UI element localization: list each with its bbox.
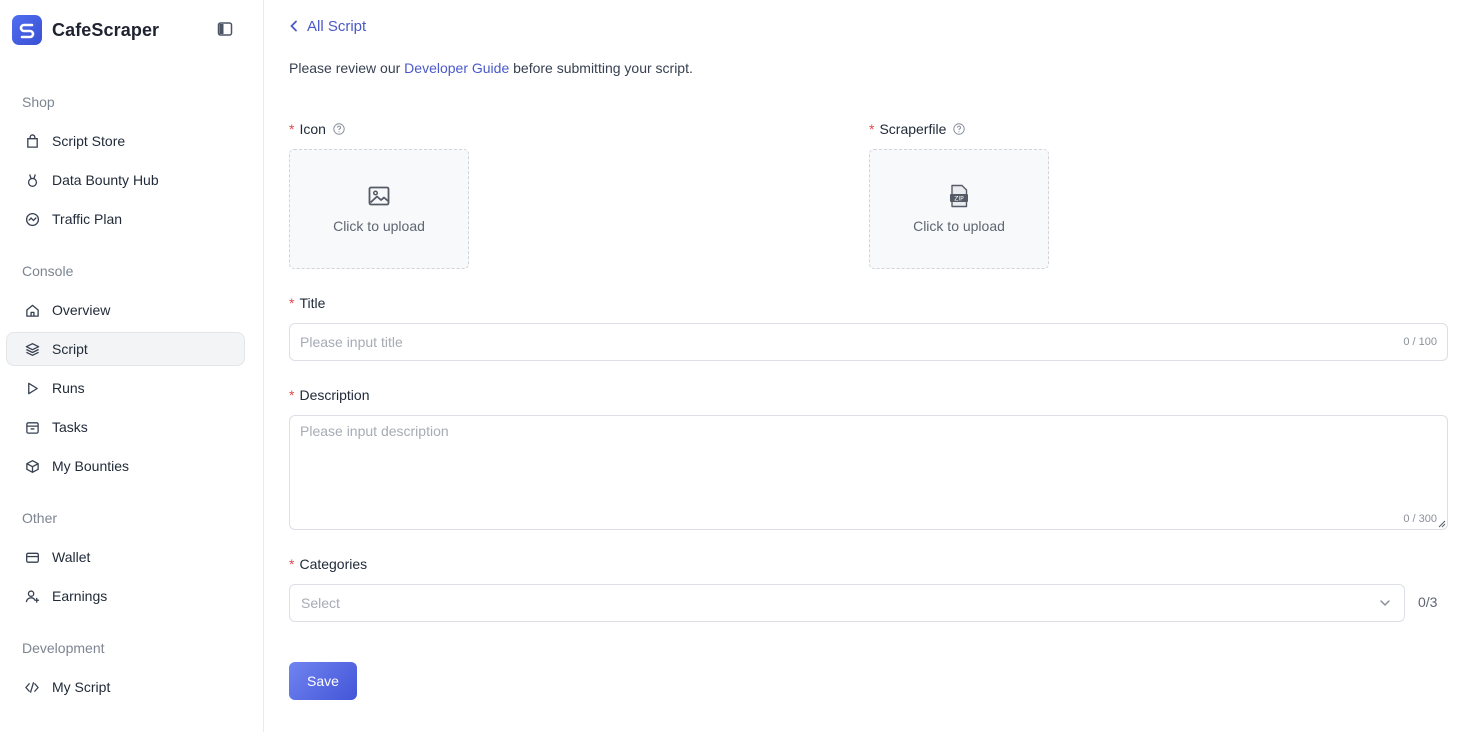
- section-label-other: Other: [22, 510, 58, 526]
- description-textarea[interactable]: [300, 423, 1437, 523]
- description-counter: 0 / 300: [1403, 513, 1437, 525]
- zip-file-icon: ZIP: [947, 184, 971, 208]
- chevron-left-icon: [290, 20, 297, 32]
- icon-field-label: * Icon: [289, 121, 345, 137]
- sidebar-item-wallet[interactable]: Wallet: [6, 540, 245, 574]
- play-icon: [24, 380, 40, 396]
- section-label-shop: Shop: [22, 94, 55, 110]
- required-mark: *: [289, 556, 295, 572]
- icon-upload-area[interactable]: Click to upload: [289, 149, 469, 269]
- sidebar-item-my-bounties[interactable]: My Bounties: [6, 449, 245, 483]
- sidebar-item-my-script[interactable]: My Script: [6, 670, 245, 704]
- sidebar-item-label: Tasks: [52, 419, 88, 435]
- back-link[interactable]: All Script: [289, 16, 366, 36]
- cube-icon: [24, 458, 40, 474]
- code-icon: [24, 679, 40, 695]
- image-icon: [367, 184, 391, 208]
- scraperfile-upload-area[interactable]: ZIP Click to upload: [869, 149, 1049, 269]
- sidebar-item-label: My Bounties: [52, 458, 130, 474]
- sidebar-item-runs[interactable]: Runs: [6, 371, 245, 405]
- intro-prefix: Please review our: [289, 60, 405, 76]
- shopping-bag-icon: [24, 133, 40, 149]
- categories-label-text: Categories: [299, 556, 368, 572]
- categories-count: 0/3: [1418, 594, 1438, 610]
- sidebar-item-label: Overview: [52, 302, 111, 318]
- sidebar-item-label: Runs: [52, 380, 85, 396]
- required-mark: *: [289, 121, 295, 137]
- calendar-icon: [24, 419, 40, 435]
- intro-suffix: before submitting your script.: [509, 60, 693, 76]
- save-button[interactable]: Save: [289, 662, 357, 700]
- developer-guide-link[interactable]: Developer Guide: [404, 60, 509, 76]
- sidebar: CafeScraper Shop Script Store Data Bount…: [0, 0, 264, 732]
- description-input-wrapper: 0 / 300: [289, 415, 1448, 530]
- svg-text:ZIP: ZIP: [954, 195, 964, 202]
- sidebar-item-label: My Script: [52, 679, 111, 695]
- traffic-icon: [24, 211, 40, 227]
- categories-field-label: * Categories: [289, 556, 367, 572]
- required-mark: *: [289, 387, 295, 403]
- sidebar-item-tasks[interactable]: Tasks: [6, 410, 245, 444]
- sidebar-item-script-store[interactable]: Script Store: [6, 124, 245, 158]
- sidebar-item-label: Traffic Plan: [52, 211, 123, 227]
- sidebar-collapse-icon[interactable]: [217, 21, 235, 39]
- main-content: All Script Please review our Developer G…: [289, 0, 1449, 732]
- help-icon[interactable]: [953, 123, 966, 135]
- required-mark: *: [869, 121, 875, 137]
- categories-select[interactable]: Select: [289, 584, 1405, 622]
- logo-icon: [12, 15, 42, 45]
- scraperfile-field-label: * Scraperfile: [869, 121, 966, 137]
- upload-text: Click to upload: [913, 218, 1005, 234]
- brand[interactable]: CafeScraper: [12, 14, 159, 46]
- layers-icon: [24, 341, 40, 357]
- sidebar-item-traffic-plan[interactable]: Traffic Plan: [6, 202, 245, 236]
- sidebar-item-data-bounty-hub[interactable]: Data Bounty Hub: [6, 163, 245, 197]
- required-mark: *: [289, 295, 295, 311]
- scraperfile-label-text: Scraperfile: [879, 121, 947, 137]
- user-plus-icon: [24, 588, 40, 604]
- sidebar-item-label: Data Bounty Hub: [52, 172, 159, 188]
- resize-handle-icon[interactable]: [1438, 520, 1446, 528]
- sidebar-item-overview[interactable]: Overview: [6, 293, 245, 327]
- title-input-wrapper: 0 / 100: [289, 323, 1448, 361]
- title-label-text: Title: [299, 295, 326, 311]
- help-icon[interactable]: [333, 123, 345, 135]
- wallet-icon: [24, 549, 40, 565]
- title-counter: 0 / 100: [1403, 336, 1437, 348]
- sidebar-item-label: Earnings: [52, 588, 108, 604]
- icon-label-text: Icon: [299, 121, 326, 137]
- title-input[interactable]: [300, 334, 1367, 350]
- description-field-label: * Description: [289, 387, 369, 403]
- title-field-label: * Title: [289, 295, 325, 311]
- chevron-down-icon: [1380, 600, 1390, 607]
- section-label-console: Console: [22, 263, 74, 279]
- upload-text: Click to upload: [333, 218, 425, 234]
- back-link-label: All Script: [307, 17, 367, 35]
- categories-select-placeholder: Select: [301, 595, 340, 611]
- intro-text: Please review our Developer Guide before…: [289, 60, 693, 76]
- sidebar-item-earnings[interactable]: Earnings: [6, 579, 245, 613]
- description-label-text: Description: [299, 387, 370, 403]
- section-label-development: Development: [22, 640, 105, 656]
- brand-name: CafeScraper: [52, 19, 160, 40]
- sidebar-item-script[interactable]: Script: [6, 332, 245, 366]
- sidebar-item-label: Script Store: [52, 133, 126, 149]
- medal-icon: [24, 172, 40, 188]
- sidebar-item-label: Wallet: [52, 549, 91, 565]
- home-icon: [24, 302, 40, 318]
- sidebar-item-label: Script: [52, 341, 88, 357]
